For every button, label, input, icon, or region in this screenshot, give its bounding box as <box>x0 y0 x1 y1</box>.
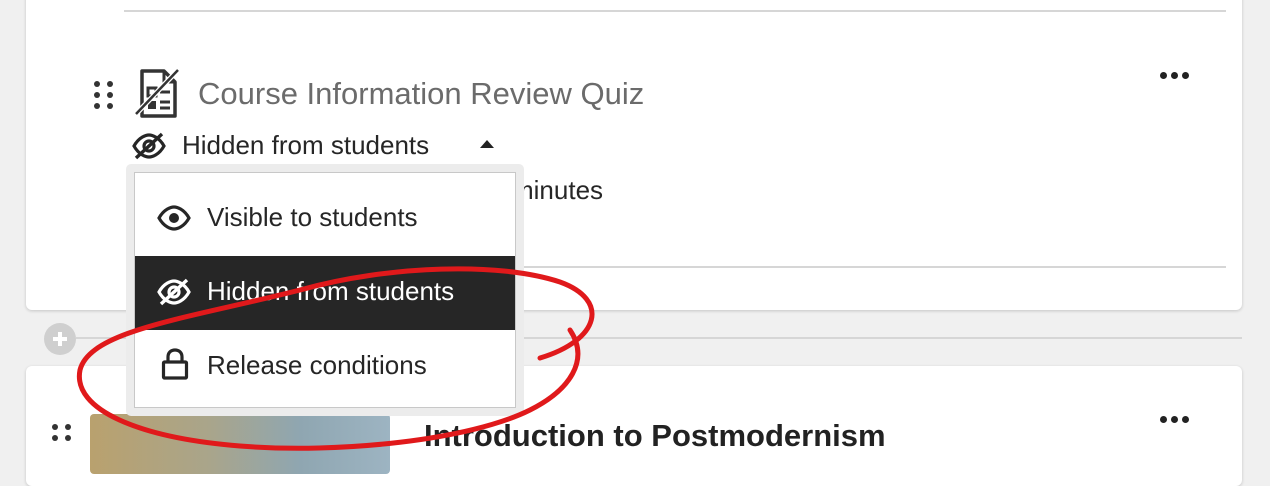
lock-icon <box>161 348 189 385</box>
menu-item-release-conditions[interactable]: Release conditions <box>135 330 515 404</box>
item-detail-text: minutes <box>512 175 604 205</box>
menu-item-hidden[interactable]: Hidden from students <box>135 256 515 330</box>
menu-item-label: Release conditions <box>207 350 427 380</box>
menu-item-label: Hidden from students <box>207 276 455 306</box>
drag-handle[interactable] <box>94 81 114 109</box>
more-options-button[interactable] <box>1160 72 1189 79</box>
visibility-toggle[interactable]: Hidden from students <box>182 130 429 161</box>
item-title[interactable]: Course Information Review Quiz <box>198 76 644 112</box>
visibility-eye-slash-icon <box>132 132 166 165</box>
divider-bottom <box>520 266 1226 268</box>
item-thumbnail <box>90 414 390 474</box>
visibility-menu-list: Visible to students Hidden from students… <box>134 172 516 408</box>
visibility-menu: Visible to students Hidden from students… <box>126 164 524 416</box>
caret-up-icon <box>480 140 494 148</box>
eye-icon <box>157 204 191 237</box>
more-options-button-2[interactable] <box>1160 416 1189 423</box>
next-item-title[interactable]: Introduction to Postmodernism <box>424 418 886 454</box>
divider-top <box>124 10 1226 12</box>
drag-handle-2[interactable] <box>52 424 72 441</box>
menu-item-visible[interactable]: Visible to students <box>135 182 515 256</box>
menu-item-label: Visible to students <box>207 202 418 232</box>
eye-slash-icon <box>157 278 191 311</box>
add-content-button[interactable] <box>44 323 76 355</box>
quiz-hidden-icon <box>134 68 180 125</box>
